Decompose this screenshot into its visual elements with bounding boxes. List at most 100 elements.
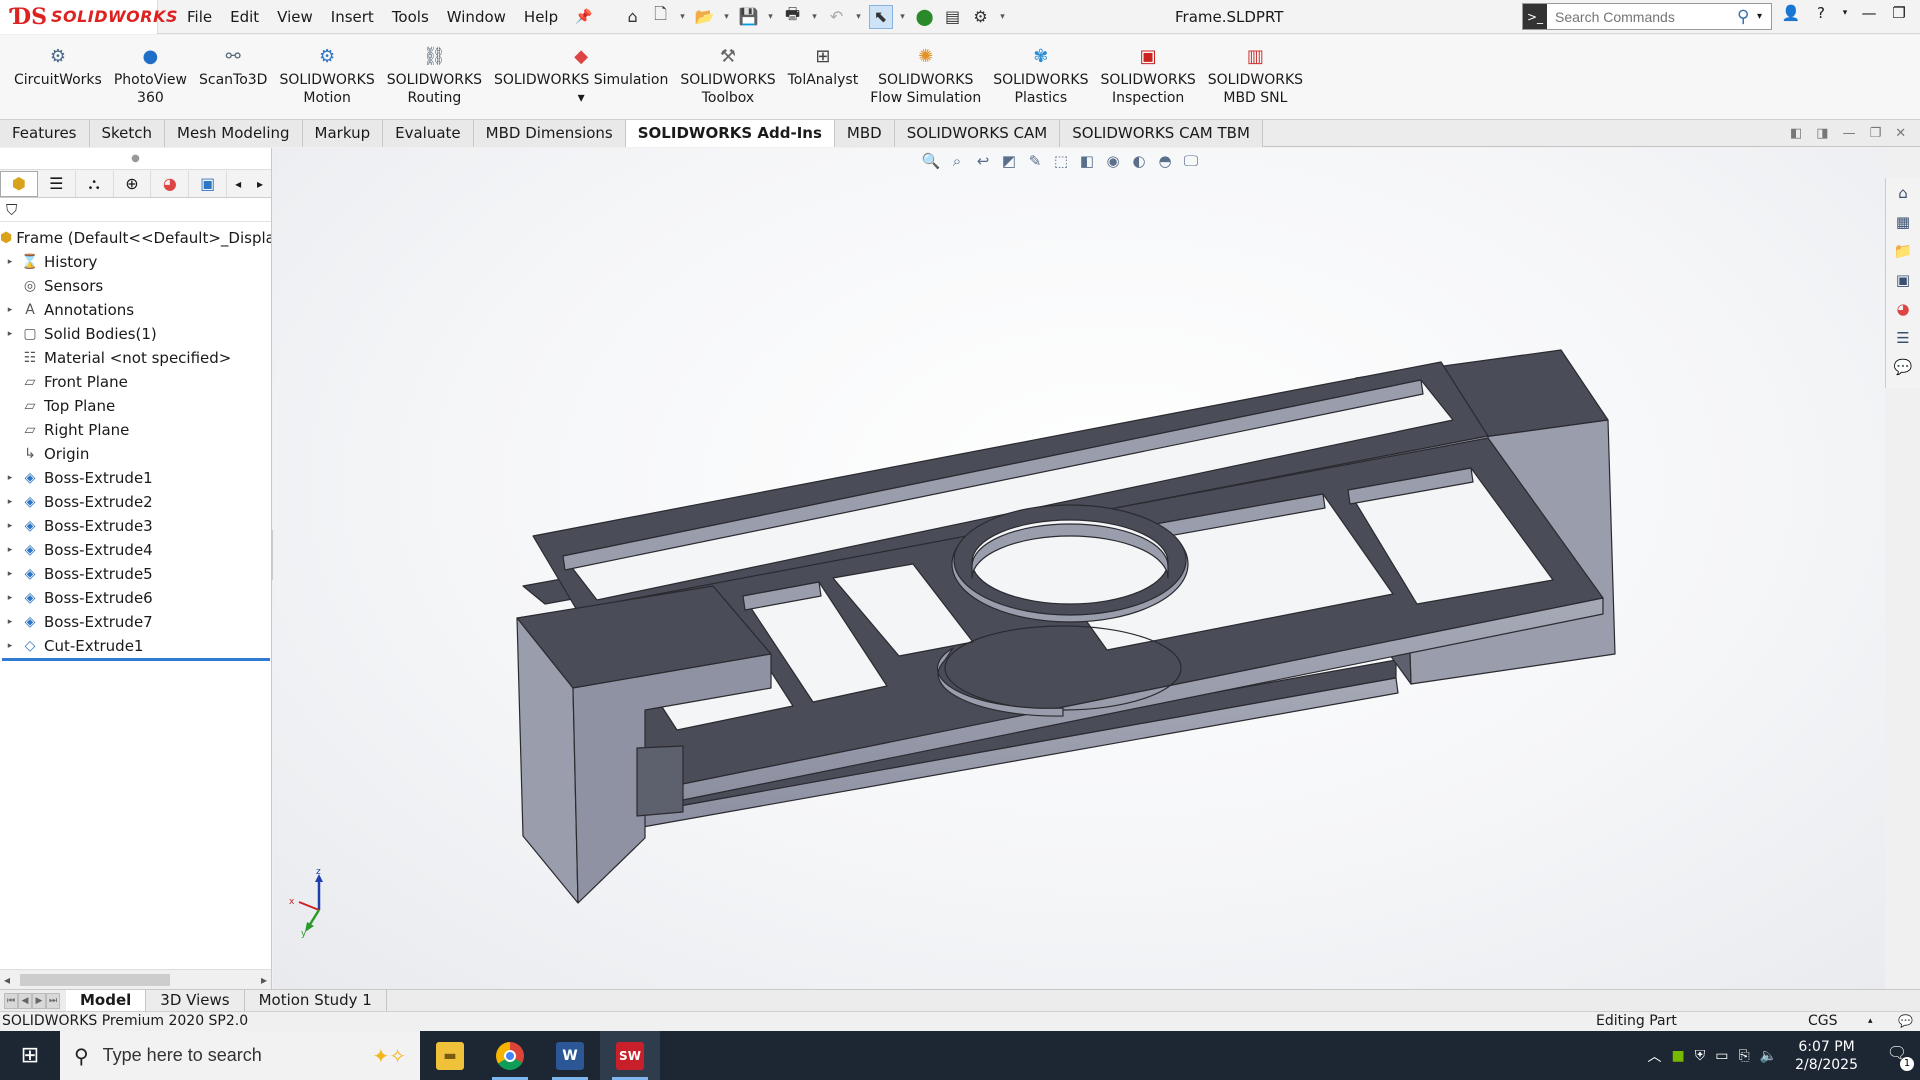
expand-arrow-icon[interactable]: ▸ — [0, 497, 20, 507]
next-tab-icon[interactable]: ▶ — [32, 992, 46, 1009]
select-cursor-icon[interactable]: ⬉ — [868, 4, 893, 29]
prev-tab-icon[interactable]: ◀ — [18, 992, 32, 1009]
tabs-scroll-right-icon[interactable]: ▸ — [249, 171, 271, 197]
tab-solidworks-cam[interactable]: SOLIDWORKS CAM — [894, 120, 1061, 147]
save-icon[interactable]: 💾 — [737, 5, 761, 29]
ribbon-button-0[interactable]: ⚙ CircuitWorks — [8, 35, 108, 89]
show-hidden-icons-icon[interactable]: ︿ — [1648, 1046, 1662, 1066]
print-icon[interactable]: 🖶 — [781, 4, 805, 29]
expand-arrow-icon[interactable]: ▸ — [0, 545, 20, 555]
tree-item-right-plane[interactable]: ▱ Right Plane — [0, 418, 271, 442]
bottom-tab-motion-study-1[interactable]: Motion Study 1 — [245, 990, 387, 1011]
cam-manager-tab-icon[interactable]: ▣ — [189, 170, 228, 197]
tree-item-boss-extrude6[interactable]: ▸ ◈ Boss-Extrude6 — [0, 586, 271, 610]
design-library-icon[interactable]: ▦ — [1892, 213, 1914, 235]
tree-horizontal-scrollbar[interactable]: ◂ ▸ — [0, 969, 271, 989]
scroll-left-icon[interactable]: ◂ — [4, 973, 10, 987]
ribbon-button-9[interactable]: ✾ SOLIDWORKS Plastics — [987, 35, 1094, 107]
tree-item-annotations[interactable]: ▸ A Annotations — [0, 298, 271, 322]
taskbar-file-explorer[interactable]: ▬ — [420, 1031, 480, 1080]
notification-center-icon[interactable]: 🗨 1 — [1884, 1043, 1914, 1071]
dimxpert-manager-tab-icon[interactable]: ⊕ — [114, 170, 152, 197]
first-tab-icon[interactable]: ⏮ — [4, 992, 18, 1009]
solidworks-logo[interactable]: ƊS SOLIDWORKS — [0, 0, 178, 34]
user-icon[interactable]: 👤 — [1780, 4, 1802, 22]
status-tooltip-icon[interactable]: 💬 — [1898, 1012, 1913, 1031]
filter-icon[interactable]: ⛉ — [6, 201, 17, 219]
search-commands-input[interactable] — [1547, 5, 1737, 28]
custom-properties-icon[interactable]: ☰ — [1892, 329, 1914, 351]
tree-item-history[interactable]: ▸ ⌛ History — [0, 250, 271, 274]
tab-sketch[interactable]: Sketch — [89, 120, 166, 147]
tree-item-boss-extrude3[interactable]: ▸ ◈ Boss-Extrude3 — [0, 514, 271, 538]
scroll-thumb[interactable] — [20, 974, 170, 986]
viewport-restore-icon[interactable]: ❐ — [1870, 126, 1882, 141]
tree-item-material-not-specified-[interactable]: ☷ Material <not specified> — [0, 346, 271, 370]
tree-item-cut-extrude1[interactable]: ▸ ◇ Cut-Extrude1 — [0, 634, 271, 658]
bottom-tab-model[interactable]: Model — [66, 990, 147, 1011]
ribbon-button-11[interactable]: ▥ SOLIDWORKS MBD SNL — [1202, 35, 1309, 107]
scroll-right-icon[interactable]: ▸ — [261, 973, 267, 987]
menu-tools[interactable]: Tools — [383, 8, 438, 26]
tree-root-part[interactable]: ⬢ Frame (Default<<Default>_Display S — [0, 226, 271, 250]
taskbar-word[interactable]: W — [540, 1031, 600, 1080]
units-selector[interactable]: CGS — [1808, 1012, 1838, 1031]
tree-item-solid-bodies-1-[interactable]: ▸ ▢ Solid Bodies(1) — [0, 322, 271, 346]
volume-icon[interactable]: 🔈 — [1760, 1048, 1777, 1064]
bottom-tab-3d-views[interactable]: 3D Views — [146, 990, 245, 1011]
undo-icon[interactable]: ↶ — [825, 5, 849, 29]
copilot-sparkle-icon[interactable]: ✦✧ — [372, 1044, 406, 1068]
minimize-icon[interactable]: — — [1858, 4, 1880, 22]
tile-right-icon[interactable]: ◨ — [1816, 126, 1828, 141]
expand-arrow-icon[interactable]: ▸ — [0, 473, 20, 483]
menu-file[interactable]: File — [178, 8, 221, 26]
ribbon-button-7[interactable]: ⊞ TolAnalyst — [782, 35, 865, 89]
units-dropdown-icon[interactable]: ▴ — [1868, 1012, 1873, 1031]
restore-icon[interactable]: ❐ — [1888, 4, 1910, 22]
menu-edit[interactable]: Edit — [221, 8, 268, 26]
options-dropdown-icon[interactable]: ▾ — [997, 5, 1009, 29]
file-properties-icon[interactable]: ▤ — [941, 5, 965, 29]
tile-left-icon[interactable]: ◧ — [1790, 126, 1802, 141]
taskbar-search-box[interactable]: ⚲ Type here to search ✦✧ — [60, 1031, 420, 1080]
display-manager-tab-icon[interactable]: ◕ — [151, 170, 190, 197]
solidworks-resources-icon[interactable]: ⌂ — [1892, 184, 1914, 206]
ribbon-button-2[interactable]: ⚯ ScanTo3D — [193, 35, 273, 89]
tree-item-top-plane[interactable]: ▱ Top Plane — [0, 394, 271, 418]
tab-mbd[interactable]: MBD — [834, 120, 895, 147]
ribbon-button-4[interactable]: ⛓ SOLIDWORKS Routing — [381, 35, 488, 107]
new-document-icon[interactable]: 🗋 — [649, 4, 673, 29]
menu-insert[interactable]: Insert — [322, 8, 383, 26]
new-dropdown-icon[interactable]: ▾ — [677, 5, 689, 29]
pin-menu-icon[interactable]: 📌 — [575, 9, 592, 25]
graphics-area[interactable]: 🔍 ⌕ ↩ ◩ ✎ ⬚ ◧ ◉ ◐ ◓ 🖵 z x y — [273, 148, 1885, 989]
expand-arrow-icon[interactable]: ▸ — [0, 641, 20, 651]
tree-item-boss-extrude2[interactable]: ▸ ◈ Boss-Extrude2 — [0, 490, 271, 514]
ribbon-button-5[interactable]: ◆ SOLIDWORKS Simulation ▾ — [488, 35, 674, 107]
search-icon[interactable]: ⚲ — [1737, 7, 1757, 27]
tree-item-boss-extrude4[interactable]: ▸ ◈ Boss-Extrude4 — [0, 538, 271, 562]
panel-grip[interactable]: ● — [0, 148, 271, 170]
taskbar-solidworks[interactable]: SW — [600, 1031, 660, 1080]
network-icon[interactable]: ⎘ — [1738, 1048, 1749, 1064]
tree-item-front-plane[interactable]: ▱ Front Plane — [0, 370, 271, 394]
tab-markup[interactable]: Markup — [302, 120, 384, 147]
filter-bar[interactable]: ⛉ — [0, 198, 271, 222]
tabs-scroll-left-icon[interactable]: ◂ — [227, 171, 249, 197]
options-gear-icon[interactable]: ⚙ — [969, 5, 993, 29]
tree-item-boss-extrude7[interactable]: ▸ ◈ Boss-Extrude7 — [0, 610, 271, 634]
menu-help[interactable]: Help — [515, 8, 567, 26]
ribbon-button-3[interactable]: ⚙ SOLIDWORKS Motion — [273, 35, 380, 107]
configuration-manager-tab-icon[interactable]: ⛬ — [76, 170, 114, 197]
expand-arrow-icon[interactable]: ▸ — [0, 593, 20, 603]
help-dropdown-icon[interactable]: ▾ — [1840, 8, 1850, 18]
taskbar-clock[interactable]: 6:07 PM 2/8/2025 — [1795, 1038, 1858, 1074]
home-icon[interactable]: ⌂ — [621, 5, 645, 29]
property-manager-tab-icon[interactable]: ☰ — [38, 170, 76, 197]
open-dropdown-icon[interactable]: ▾ — [721, 5, 733, 29]
tree-item-sensors[interactable]: ◎ Sensors — [0, 274, 271, 298]
rebuild-icon[interactable]: ⬤ — [913, 5, 937, 29]
ribbon-button-10[interactable]: ▣ SOLIDWORKS Inspection — [1094, 35, 1201, 107]
tab-evaluate[interactable]: Evaluate — [383, 120, 474, 147]
tab-mesh-modeling[interactable]: Mesh Modeling — [165, 120, 303, 147]
